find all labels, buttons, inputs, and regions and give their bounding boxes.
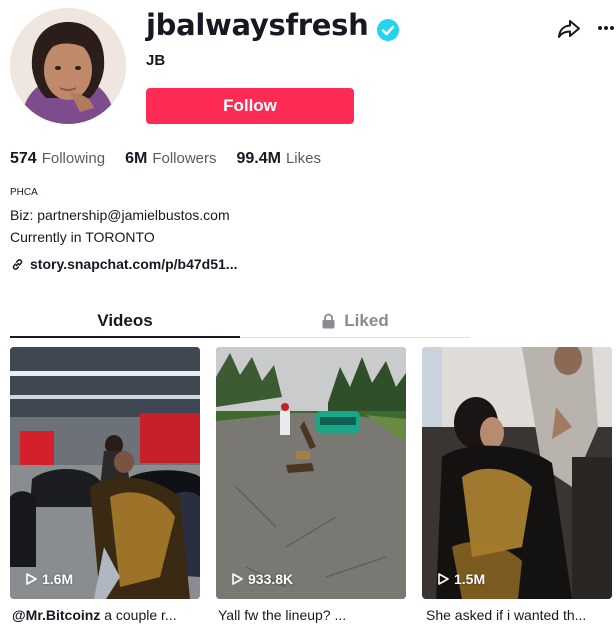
video-card[interactable]: 1.5M: [422, 347, 612, 599]
profile-stats: 574 Following 6M Followers 99.4M Likes: [10, 150, 341, 168]
video-card[interactable]: 1.6M: [10, 347, 200, 599]
nickname: JB: [146, 52, 166, 69]
followers-label: Followers: [152, 150, 217, 167]
view-count: 1.6M: [24, 571, 73, 587]
bio-line: Currently in TORONTO: [10, 229, 155, 245]
follow-button[interactable]: Follow: [146, 88, 354, 124]
view-count: 1.5M: [436, 571, 485, 587]
following-count: 574: [10, 150, 37, 167]
likes-label: Likes: [285, 150, 321, 167]
tab-videos-label: Videos: [97, 310, 153, 330]
lock-icon: [322, 313, 335, 328]
username: jbalwaysfresh: [146, 8, 369, 42]
profile-bio: PHCA Biz: partnership@jamielbustos.com C…: [10, 186, 230, 248]
video-thumbnail: [216, 347, 406, 599]
play-icon: [438, 573, 449, 585]
link-icon: [12, 258, 23, 270]
caption-text: a couple r...: [100, 607, 177, 623]
caption-text: Yall fw the lineup? ...: [218, 607, 347, 623]
likes-count: 99.4M: [236, 150, 281, 167]
view-count-text: 1.5M: [454, 571, 486, 587]
tab-liked-label: Liked: [344, 310, 389, 330]
share-icon[interactable]: [556, 16, 582, 42]
video-card[interactable]: 933.8K: [216, 347, 406, 599]
video-thumbnail: [422, 347, 612, 599]
caption-mention[interactable]: @Mr.Bitcoinz: [12, 607, 100, 623]
view-count-text: 933.8K: [248, 571, 294, 587]
profile-tabs: Videos Liked: [10, 304, 470, 338]
view-count: 933.8K: [230, 571, 293, 587]
tab-liked[interactable]: Liked: [240, 304, 470, 337]
bio-line: Biz: partnership@jamielbustos.com: [10, 207, 230, 223]
video-caption[interactable]: Yall fw the lineup? ...: [218, 607, 408, 623]
verified-badge-icon: [377, 14, 400, 41]
tab-videos[interactable]: Videos: [10, 304, 240, 338]
more-icon[interactable]: [596, 18, 616, 38]
video-caption[interactable]: @Mr.Bitcoinz a couple r...: [12, 607, 202, 623]
avatar-image: [10, 8, 126, 124]
profile-link[interactable]: story.snapchat.com/p/b47d51...: [10, 256, 237, 272]
view-count-text: 1.6M: [42, 571, 74, 587]
video-caption[interactable]: She asked if i wanted th...: [426, 607, 616, 623]
followers-count: 6M: [125, 150, 148, 167]
play-icon: [26, 573, 37, 585]
avatar[interactable]: [10, 8, 126, 124]
following-stat[interactable]: 574 Following: [10, 150, 105, 168]
profile-username-row: jbalwaysfresh: [146, 8, 400, 42]
play-icon: [232, 573, 243, 585]
profile-link-text: story.snapchat.com/p/b47d51...: [30, 256, 238, 272]
bio-line: PHCA: [10, 187, 38, 198]
video-thumbnail: [10, 347, 200, 599]
followers-stat[interactable]: 6M Followers: [125, 150, 216, 168]
likes-stat: 99.4M Likes: [237, 150, 322, 168]
caption-text: She asked if i wanted th...: [426, 607, 587, 623]
following-label: Following: [41, 150, 106, 167]
